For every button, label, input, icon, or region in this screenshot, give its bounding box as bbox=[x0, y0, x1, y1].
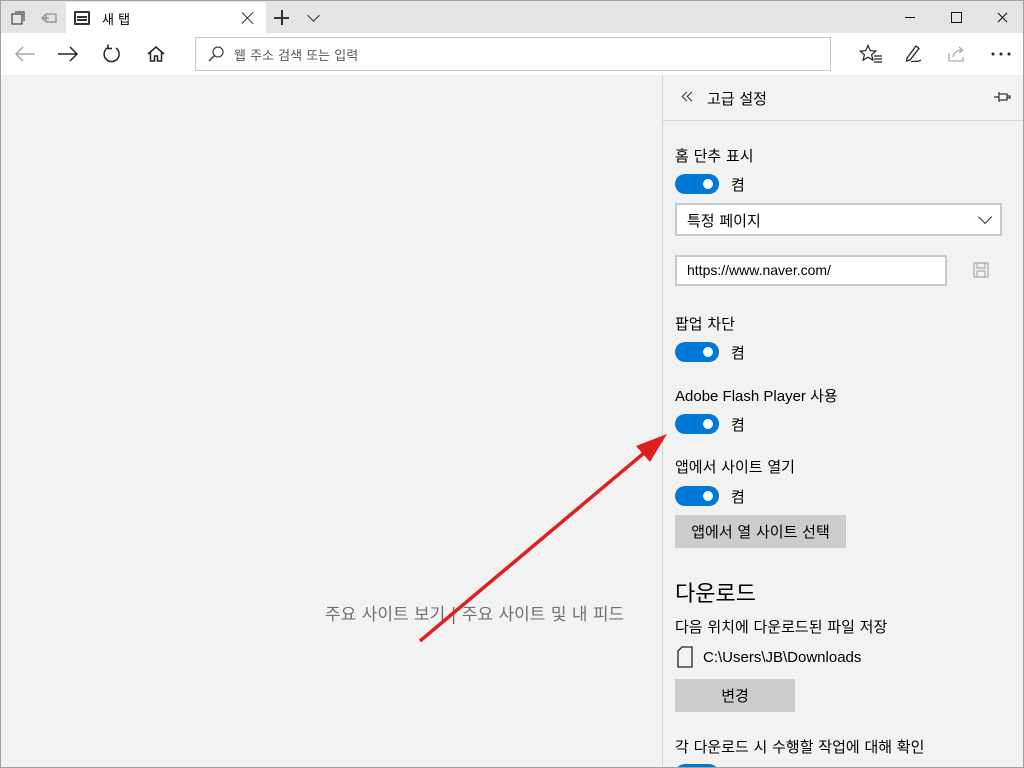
open-in-apps-label: 앱에서 사이트 열기 bbox=[675, 458, 795, 476]
search-icon bbox=[208, 46, 224, 62]
more-options-icon[interactable] bbox=[981, 33, 1021, 75]
tab-title: 새 탭 bbox=[102, 12, 131, 28]
new-tab-plus-icon[interactable] bbox=[273, 9, 291, 27]
home-page-select-value: 특정 페이지 bbox=[687, 212, 761, 230]
popup-block-toggle[interactable] bbox=[675, 342, 719, 362]
web-note-pen-icon[interactable] bbox=[893, 33, 933, 75]
back-arrow-icon[interactable] bbox=[5, 33, 45, 75]
popup-block-label: 팝업 차단 bbox=[675, 315, 735, 333]
home-button-label: 홈 단추 표시 bbox=[675, 147, 754, 165]
save-icon[interactable] bbox=[973, 262, 989, 278]
navigation-bar: 웹 주소 검색 또는 입력 bbox=[0, 33, 1024, 75]
home-button-state: 켬 bbox=[731, 176, 745, 194]
open-in-apps-toggle[interactable] bbox=[675, 486, 719, 506]
home-button-toggle[interactable] bbox=[675, 174, 719, 194]
choose-app-sites-button[interactable]: 앱에서 열 사이트 선택 bbox=[675, 515, 846, 548]
home-url-input[interactable]: https://www.naver.com/ bbox=[675, 255, 947, 286]
home-page-select[interactable]: 특정 페이지 bbox=[675, 203, 1002, 236]
tab-list-icon[interactable] bbox=[3, 1, 33, 34]
favorites-star-icon[interactable] bbox=[851, 33, 891, 75]
pin-icon[interactable] bbox=[993, 89, 1011, 105]
advanced-settings-pane: 고급 설정 홈 단추 표시 켬 특정 페이지 https://www.naver… bbox=[662, 75, 1023, 767]
chevron-down-icon bbox=[977, 209, 993, 225]
folder-icon bbox=[677, 646, 693, 668]
back-double-chevron-icon[interactable] bbox=[681, 89, 697, 105]
address-bar[interactable]: 웹 주소 검색 또는 입력 bbox=[195, 37, 831, 71]
flash-state: 켬 bbox=[731, 416, 745, 434]
minimize-button[interactable] bbox=[887, 1, 933, 33]
flash-toggle[interactable] bbox=[675, 414, 719, 434]
forward-arrow-icon[interactable] bbox=[48, 33, 88, 75]
close-window-button[interactable] bbox=[979, 1, 1024, 33]
open-in-apps-state: 켬 bbox=[731, 488, 745, 506]
download-location-label: 다음 위치에 다운로드된 파일 저장 bbox=[675, 618, 888, 636]
settings-header: 고급 설정 bbox=[663, 75, 1023, 121]
maximize-button[interactable] bbox=[933, 1, 979, 33]
tab-preview-chevron-icon[interactable] bbox=[306, 11, 322, 23]
flash-label: Adobe Flash Player 사용 bbox=[675, 388, 838, 405]
refresh-icon[interactable] bbox=[92, 33, 132, 75]
new-tab-page-icon bbox=[74, 11, 90, 25]
change-download-location-button[interactable]: 변경 bbox=[675, 679, 795, 712]
share-icon[interactable] bbox=[937, 33, 977, 75]
active-tab[interactable]: 새 탭 bbox=[66, 2, 266, 34]
address-placeholder: 웹 주소 검색 또는 입력 bbox=[234, 48, 359, 64]
top-sites-feed-text[interactable]: 주요 사이트 보기 | 주요 사이트 및 내 피드 bbox=[325, 600, 624, 625]
download-path: C:\Users\JB\Downloads bbox=[703, 649, 862, 666]
download-ask-label: 각 다운로드 시 수행할 작업에 대해 확인 bbox=[675, 738, 925, 756]
title-bar: 새 탭 bbox=[0, 0, 1024, 34]
settings-title: 고급 설정 bbox=[707, 90, 767, 108]
download-ask-toggle[interactable] bbox=[675, 764, 719, 767]
popup-block-state: 켬 bbox=[731, 344, 745, 362]
home-icon[interactable] bbox=[136, 33, 176, 75]
downloads-heading: 다운로드 bbox=[675, 582, 756, 607]
set-aside-tabs-icon[interactable] bbox=[34, 1, 64, 34]
close-tab-icon[interactable] bbox=[240, 10, 256, 26]
